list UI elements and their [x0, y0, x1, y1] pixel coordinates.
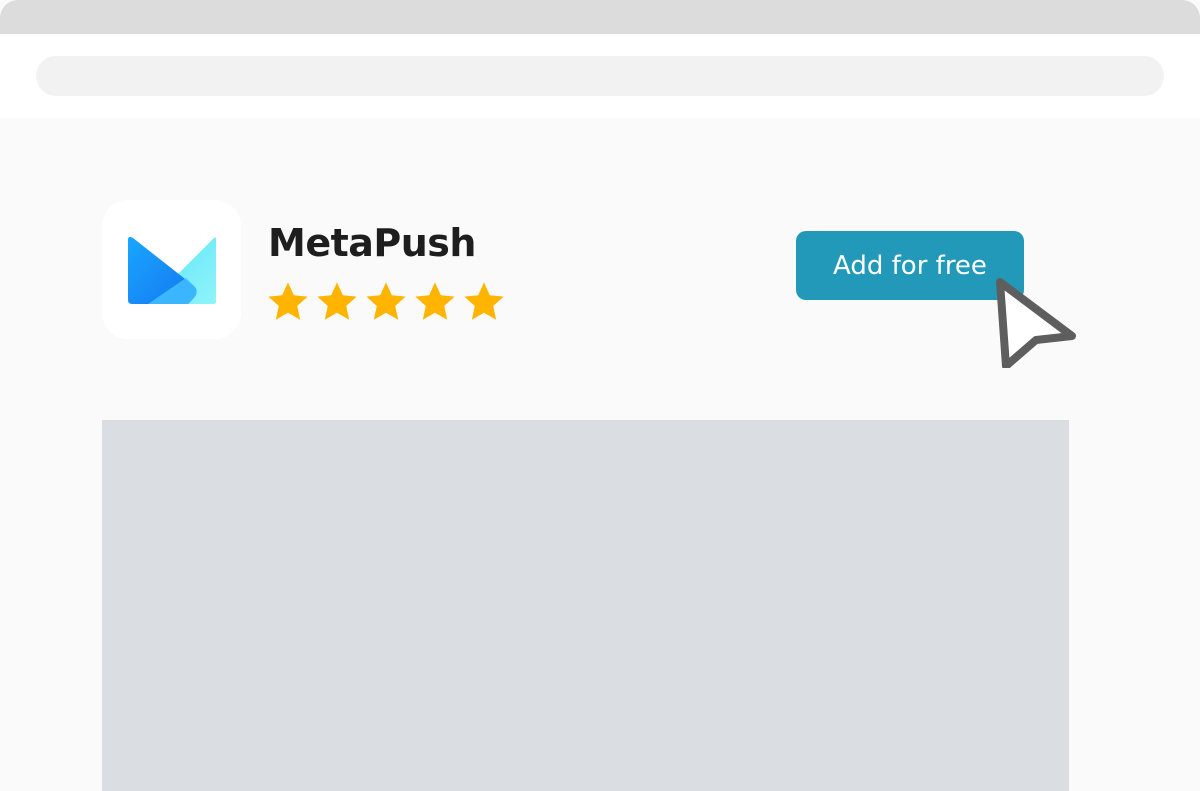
browser-toolbar: [0, 34, 1200, 118]
add-for-free-button[interactable]: Add for free: [796, 231, 1024, 300]
star-icon: [464, 282, 504, 320]
star-icon: [366, 282, 406, 320]
star-rating: [264, 278, 508, 326]
app-name: MetaPush: [268, 221, 476, 265]
cursor-arrow-icon: [996, 278, 1076, 368]
address-bar[interactable]: [36, 56, 1164, 96]
page-content: MetaPush Add for free: [0, 118, 1200, 791]
star-icon: [317, 282, 357, 320]
media-placeholder: [102, 420, 1069, 791]
star-icon: [415, 282, 455, 320]
star-icon: [268, 282, 308, 320]
app-icon: [102, 200, 241, 339]
browser-window: MetaPush Add for free: [0, 0, 1200, 791]
title-bar: [0, 0, 1200, 34]
metapush-logo-icon: [127, 236, 216, 304]
